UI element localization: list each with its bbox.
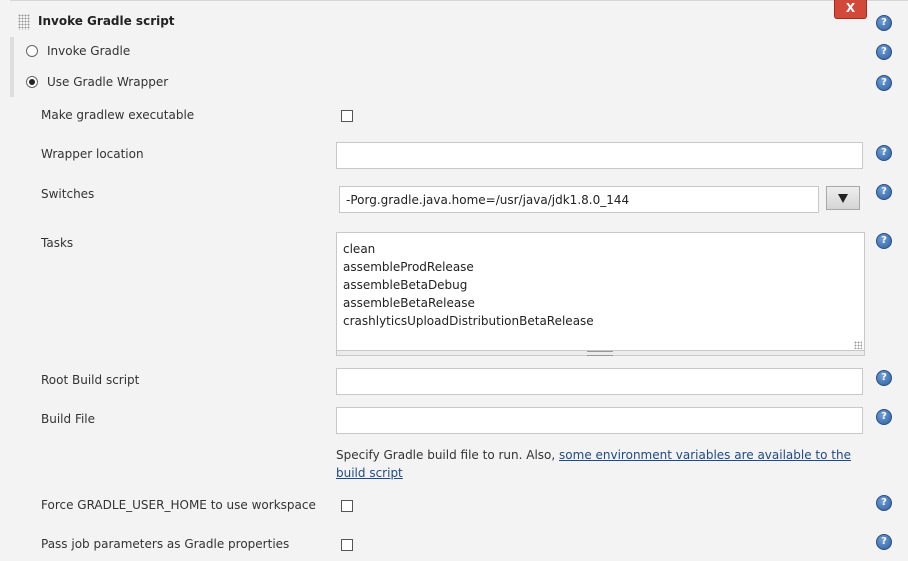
task-line: assembleBetaDebug xyxy=(343,278,468,292)
tasks-textarea[interactable]: clean assembleProdRelease assembleBetaDebu… xyxy=(336,232,865,356)
help-icon[interactable]: ? xyxy=(876,409,892,425)
invoke-gradle-label: Invoke Gradle xyxy=(47,44,131,58)
wrapper-location-input[interactable] xyxy=(336,142,863,169)
make-gradlew-executable-label: Make gradlew executable xyxy=(41,108,195,122)
radio-row-gradle-wrapper[interactable]: Use Gradle Wrapper xyxy=(26,75,168,89)
help-icon[interactable]: ? xyxy=(876,534,892,550)
build-file-label: Build File xyxy=(41,412,96,426)
radio-group-bar xyxy=(10,37,14,97)
invoke-gradle-panel: Invoke Gradle script X ? Invoke Gradle ?… xyxy=(0,0,908,561)
use-gradle-wrapper-label: Use Gradle Wrapper xyxy=(47,75,169,89)
build-file-description: Specify Gradle build file to run. Also, … xyxy=(336,446,876,482)
task-line: crashlyticsUploadDistributionBetaRelease xyxy=(343,314,594,328)
build-file-description-text: Specify Gradle build file to run. Also, xyxy=(336,448,560,462)
pass-job-parameters-label: Pass job parameters as Gradle properties xyxy=(41,537,290,551)
help-icon[interactable]: ? xyxy=(876,495,892,511)
use-gradle-wrapper-radio[interactable] xyxy=(26,76,38,88)
tasks-text: clean assembleProdRelease assembleBetaDebu… xyxy=(337,233,864,337)
triangle-down-icon xyxy=(838,193,848,203)
force-gradle-user-home-label: Force GRADLE_USER_HOME to use workspace xyxy=(41,498,316,512)
help-icon[interactable]: ? xyxy=(876,370,892,386)
help-icon[interactable]: ? xyxy=(876,75,892,91)
wrapper-location-label: Wrapper location xyxy=(41,147,144,161)
drag-handle-icon[interactable] xyxy=(18,14,30,30)
help-icon[interactable]: ? xyxy=(876,233,892,249)
delete-step-button[interactable]: X xyxy=(834,0,867,19)
task-line: assembleBetaRelease xyxy=(343,296,475,310)
switches-expand-button[interactable] xyxy=(826,186,860,210)
help-icon[interactable]: ? xyxy=(876,184,892,200)
force-gradle-user-home-checkbox[interactable] xyxy=(341,500,353,512)
task-line: clean xyxy=(343,242,376,256)
tasks-label: Tasks xyxy=(41,236,74,250)
task-line: assembleProdRelease xyxy=(343,260,474,274)
invoke-gradle-radio[interactable] xyxy=(26,45,38,57)
radio-row-invoke-gradle[interactable]: Invoke Gradle xyxy=(26,44,130,58)
resize-grip-icon[interactable] xyxy=(854,341,862,349)
panel-top-border xyxy=(10,0,908,1)
make-gradlew-executable-checkbox[interactable] xyxy=(341,110,353,122)
help-icon[interactable]: ? xyxy=(876,44,892,60)
root-build-script-label: Root Build script xyxy=(41,373,140,387)
root-build-script-input[interactable] xyxy=(336,368,863,395)
build-file-input[interactable] xyxy=(336,407,863,434)
help-icon[interactable]: ? xyxy=(876,15,892,31)
pass-job-parameters-checkbox[interactable] xyxy=(341,539,353,551)
textarea-resize-bar[interactable] xyxy=(337,350,864,356)
switches-label: Switches xyxy=(41,187,95,201)
help-icon[interactable]: ? xyxy=(876,145,892,161)
section-title: Invoke Gradle script xyxy=(38,14,175,28)
switches-input[interactable] xyxy=(339,186,819,213)
